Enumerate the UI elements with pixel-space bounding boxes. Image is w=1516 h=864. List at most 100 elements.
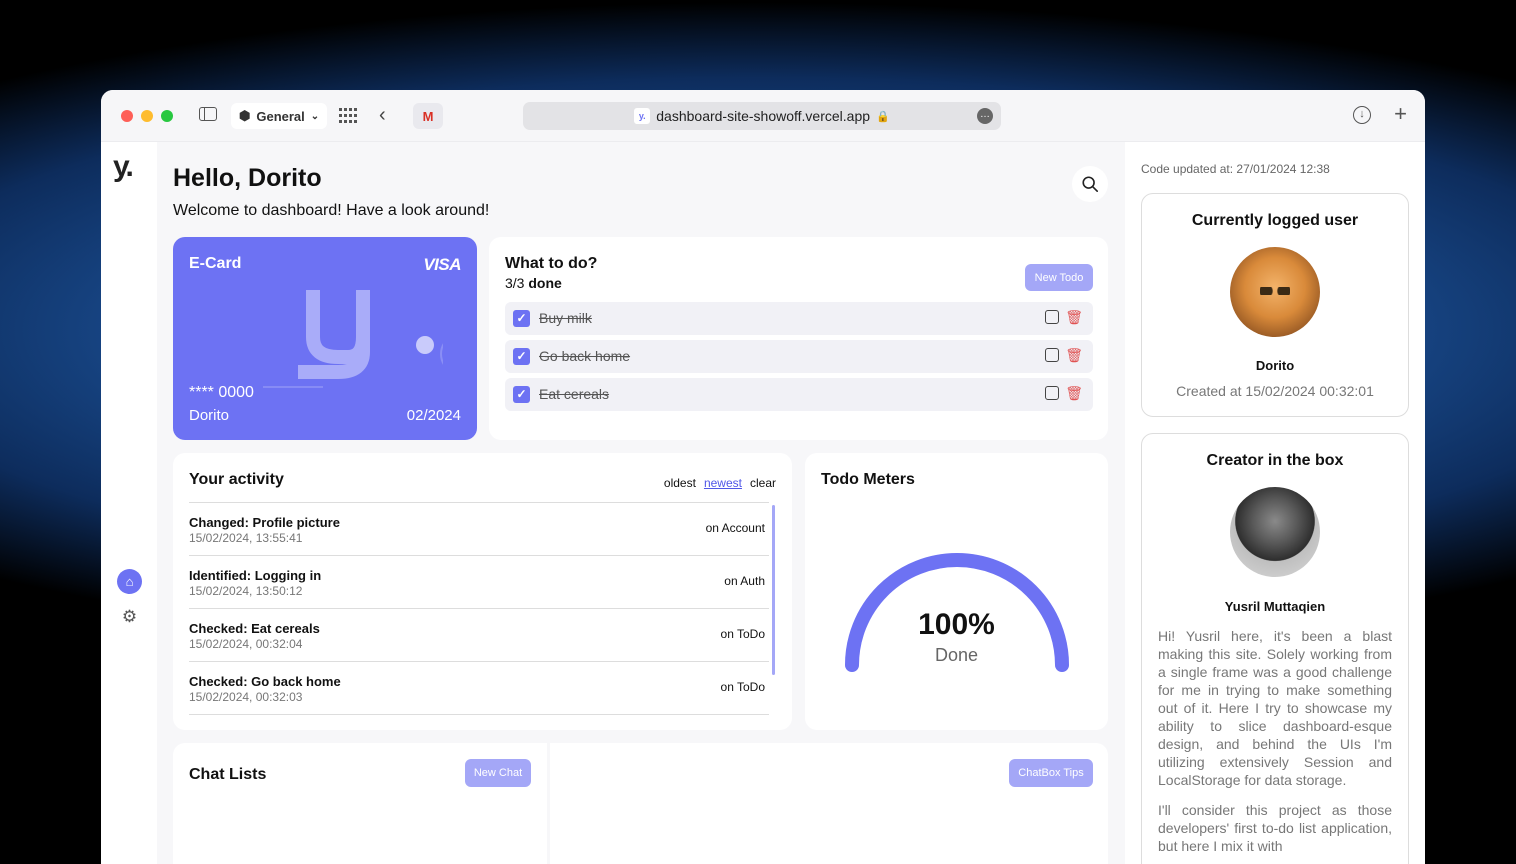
trash-icon[interactable]: 🗑 [1065,309,1083,326]
lock-icon: 🔒 [876,110,890,123]
activity-context: on Account [705,521,765,535]
activity-context: on ToDo [720,627,765,641]
back-arrow-icon[interactable]: ‹ [379,104,386,127]
profile-switcher[interactable]: ⬢ General ⌄ [231,103,328,129]
trash-icon[interactable]: 🗑 [1065,385,1083,402]
download-icon[interactable]: ↓ [1353,106,1371,124]
visa-logo: VISA [423,255,461,274]
todo-checkbox[interactable]: ✓ [513,310,530,327]
brand-logo[interactable]: y. [113,150,134,184]
activity-time: 15/02/2024, 00:32:03 [189,690,303,704]
todo-title: What to do? [505,255,598,272]
edit-note-icon[interactable] [1045,348,1059,362]
cube-icon: ⬢ [239,108,251,123]
dashboard-page: y. ⌂ ⚙ Hello, Dorito Welcome to dashboar… [101,142,1425,864]
user-card-title: Currently logged user [1191,212,1359,229]
chevron-down-icon: ⌄ [310,110,320,122]
activity-context: on Auth [724,574,765,588]
new-todo-button[interactable]: New Todo [1025,264,1093,291]
maximize-window-button[interactable] [161,109,173,122]
logged-user-card: Currently logged user Dorito Created at … [1141,193,1409,417]
edit-note-icon[interactable] [1045,386,1059,400]
gauge-label: Done [934,645,979,665]
url-text: dashboard-site-showoff.vercel.app [656,108,871,124]
new-tab-icon[interactable]: + [1394,101,1407,127]
todo-item: ✓ Eat cereals 🗑 [505,378,1093,411]
minimize-window-button[interactable] [141,109,153,122]
home-icon[interactable]: ⌂ [117,569,142,594]
activity-scrollbar[interactable] [772,505,775,675]
activity-row: Checked: Go back home 15/02/2024, 00:32:… [189,662,769,715]
todo-item: ✓ Go back home 🗑 [505,340,1093,373]
activity-list: Changed: Profile picture 15/02/2024, 13:… [189,502,769,715]
user-created-at: Created at 15/02/2024 00:32:01 [1176,383,1374,399]
activity-name: Checked: Eat cereals [189,621,320,636]
sort-newest-link[interactable]: newest [704,476,742,490]
activity-context: on ToDo [720,680,765,694]
todo-panel: What to do? 3/3 done New Todo ✓ Buy milk… [489,237,1108,440]
creator-avatar [1230,487,1320,577]
browser-window: ⬢ General ⌄ ‹ M y. dashboard-site-showof… [101,90,1425,864]
creator-bio-paragraph: Hi! Yusril here, it's been a blast makin… [1158,628,1392,788]
todo-label: Go back home [539,348,631,364]
todo-progress-value: 3/3 [505,275,525,291]
activity-time: 15/02/2024, 13:55:41 [189,531,303,545]
avatar [1230,247,1320,337]
page-title: Hello, Dorito [173,164,322,192]
todo-checkbox[interactable]: ✓ [513,348,530,365]
activity-sort-controls: oldest newest clear [664,476,776,490]
sort-oldest-link[interactable]: oldest [664,476,696,490]
address-bar[interactable]: y. dashboard-site-showoff.vercel.app 🔒 … [523,102,1001,130]
new-chat-button[interactable]: New Chat [465,759,531,787]
gmail-tab[interactable]: M [413,103,443,129]
right-sidebar: Code updated at: 27/01/2024 12:38 Curren… [1125,142,1425,864]
chatbox-panel: ChatBox Tips [550,743,1108,864]
creator-bio-paragraph: I'll consider this project as those deve… [1158,802,1392,854]
profile-label: General [256,108,305,124]
todo-list: ✓ Buy milk 🗑 ✓ Go back home 🗑 ✓ Eat cere… [505,302,1093,416]
todo-item: ✓ Buy milk 🗑 [505,302,1093,335]
activity-name: Identified: Logging in [189,568,322,583]
user-name: Dorito [1255,358,1295,373]
trash-icon[interactable]: 🗑 [1065,347,1083,364]
creator-name: Yusril Muttaqien [1224,599,1326,614]
tab-overview-icon[interactable] [339,108,357,124]
chatbox-tips-button[interactable]: ChatBox Tips [1009,759,1093,787]
activity-name: Changed: Profile picture [189,515,340,530]
chat-title: Chat Lists [189,766,267,783]
todo-checkbox[interactable]: ✓ [513,386,530,403]
activity-row: Checked: Eat cereals 15/02/2024, 00:32:0… [189,609,769,662]
todo-label: Eat cereals [539,386,610,402]
clear-activity-link[interactable]: clear [750,476,776,490]
left-navigation: y. ⌂ ⚙ [101,142,157,864]
card-title: E-Card [189,255,242,272]
sidebar-toggle-icon[interactable] [199,107,217,121]
more-options-icon[interactable]: … [977,108,993,124]
todo-progress: 3/3 done [505,275,562,291]
meters-title: Todo Meters [821,471,915,488]
chat-list-panel: Chat Lists New Chat [173,743,547,864]
activity-time: 15/02/2024, 13:50:12 [189,584,303,598]
browser-toolbar: ⬢ General ⌄ ‹ M y. dashboard-site-showof… [101,90,1425,142]
window-controls [121,109,173,122]
gauge-value: 100% [918,608,995,641]
activity-panel: Your activity oldest newest clear Change… [173,453,792,730]
activity-row: Changed: Profile picture 15/02/2024, 13:… [189,503,769,556]
todo-label: Buy milk [539,310,592,326]
edit-note-icon[interactable] [1045,310,1059,324]
todo-meters-panel: Todo Meters 100% Done [805,453,1108,730]
close-window-button[interactable] [121,109,133,122]
activity-name: Checked: Go back home [189,674,341,689]
search-button[interactable] [1072,166,1108,202]
search-icon [1082,176,1099,193]
card-expiry: 02/2024 [406,407,461,424]
gear-icon[interactable]: ⚙ [117,604,142,629]
e-card: E-Card VISA **** 0000 Dorito 02/2024 [173,237,477,440]
site-favicon-icon: y. [634,108,651,124]
card-logo-watermark [263,290,443,388]
card-number: **** 0000 [189,384,254,401]
code-updated-text: Code updated at: 27/01/2024 12:38 [1141,162,1330,176]
creator-bio: Hi! Yusril here, it's been a blast makin… [1158,627,1392,855]
activity-row: Identified: Logging in 15/02/2024, 13:50… [189,556,769,609]
activity-title: Your activity [189,471,284,488]
